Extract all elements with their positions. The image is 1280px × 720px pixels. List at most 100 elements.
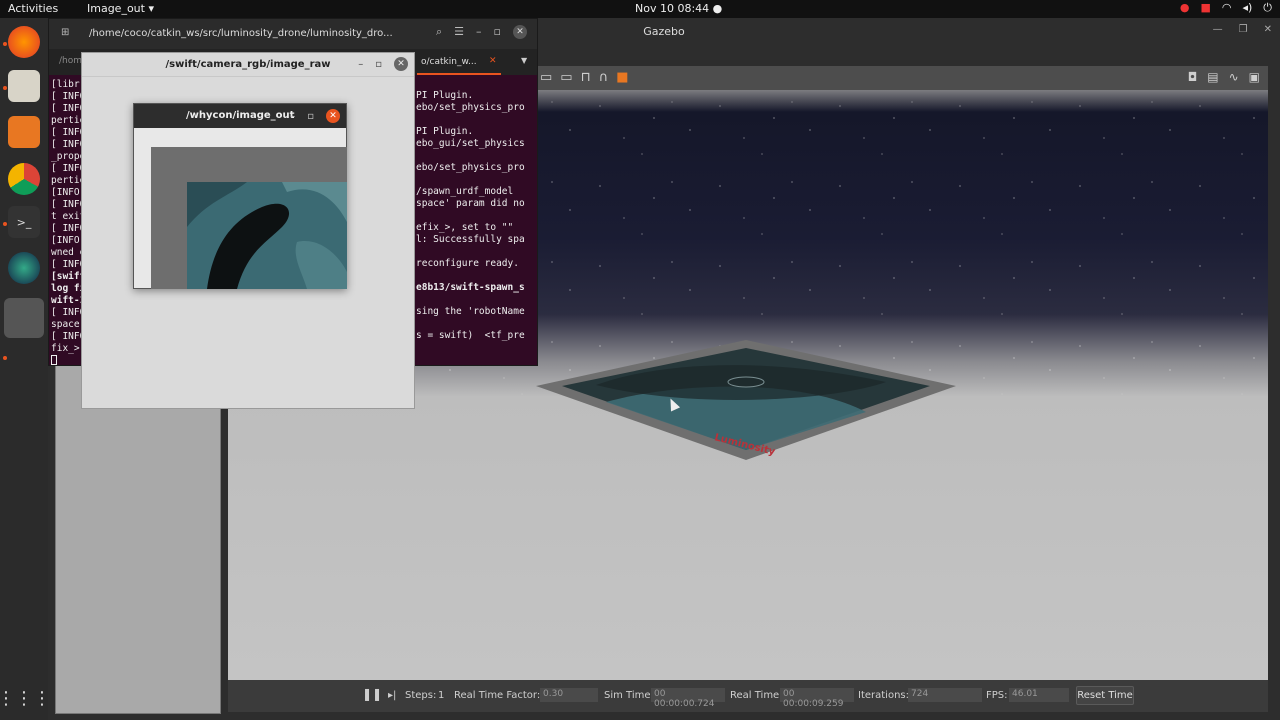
record-icon: ● [1179, 1, 1190, 14]
sim-time-label: Sim Time: [604, 690, 654, 701]
shape-icon[interactable]: ■ [616, 70, 628, 85]
steps-value[interactable]: 1 [438, 690, 444, 701]
gazebo-icon[interactable] [8, 116, 40, 148]
real-time-value: 00 00:00:09.259 [780, 688, 854, 709]
terminal-line: s = swift) <tf_pre [416, 330, 525, 341]
chrome-icon[interactable] [8, 163, 40, 195]
tab-close-icon[interactable]: ✕ [489, 56, 497, 66]
tab-home[interactable]: /hom [59, 56, 82, 66]
terminal-line: [ INFO [51, 103, 83, 114]
top-bar: Activities Image_out ▾ Nov 10 08:44 ● ● … [0, 0, 1280, 18]
files-icon[interactable] [8, 70, 40, 102]
close-icon[interactable]: ✕ [326, 109, 340, 123]
camera-icon: ■ [1200, 1, 1211, 14]
minimize-icon[interactable]: — [1213, 24, 1223, 35]
close-icon[interactable]: ✕ [513, 25, 527, 39]
minimize-icon[interactable]: – [290, 111, 295, 122]
terminal-line: ebo/set_physics_pro [416, 102, 525, 113]
minimize-icon[interactable]: – [476, 25, 482, 39]
maximize-icon[interactable]: ▫ [307, 111, 314, 122]
terminal-output-right: PI Plugin. ebo/set_physics_pro PI Plugin.… [416, 90, 538, 342]
terminal-titlebar: ⊞ /home/coco/catkin_ws/src/luminosity_dr… [49, 19, 537, 49]
wifi-icon: ◠ [1221, 1, 1232, 14]
log-icon[interactable]: ▤ [1207, 70, 1218, 84]
snap-icon[interactable]: ∩ [599, 70, 609, 85]
hamburger-menu-icon[interactable]: ☰ [454, 25, 464, 39]
terminal-line: reconfigure ready. [416, 258, 519, 269]
app-menu[interactable]: Image_out ▾ [87, 2, 154, 15]
new-tab-icon[interactable]: ⊞ [61, 27, 69, 38]
terminal-line: [swift [51, 271, 83, 282]
terminal-line: l: Successfully spa [416, 234, 525, 245]
sim-time-value: 00 00:00:00.724 [651, 688, 725, 709]
fps-label: FPS: [986, 690, 1008, 701]
whycon-image [151, 147, 347, 289]
dock: >_ ⋮⋮⋮ [0, 18, 51, 720]
terminal-line: [ INFO [51, 331, 83, 342]
terminal-line: [INFO] [51, 187, 83, 198]
terminal-line: ebo_gui/set_physics [416, 138, 525, 149]
real-time-label: Real Time: [730, 690, 783, 701]
iterations-label: Iterations: [858, 690, 909, 701]
maximize-icon[interactable]: ▫ [494, 25, 501, 39]
terminal-line: PI Plugin. [416, 90, 474, 101]
rtf-label: Real Time Factor: [454, 690, 541, 701]
clock[interactable]: Nov 10 08:44 ● [635, 2, 722, 15]
paste-icon[interactable]: ▭ [560, 70, 572, 85]
whycon-window: /whycon/image_out – ▫ ✕ [133, 103, 347, 289]
activities-button[interactable]: Activities [8, 2, 58, 15]
screenshot-icon[interactable]: ◘ [1188, 70, 1198, 84]
close-icon[interactable]: ✕ [1264, 24, 1272, 35]
terminal-line: _prope [51, 151, 83, 162]
terminal-icon[interactable]: >_ [8, 206, 40, 238]
terminal-line: pertie [51, 175, 83, 186]
terminal-line: [ INFO [51, 259, 83, 270]
reset-time-button[interactable]: Reset Time [1076, 686, 1134, 705]
terminal-line: [ INFO [51, 307, 83, 318]
copy-icon[interactable]: ▭ [540, 70, 552, 85]
camera-titlebar: /swift/camera_rgb/image_raw – ▫ ✕ [82, 53, 414, 77]
close-icon[interactable]: ✕ [394, 57, 408, 71]
terminal-line: [ INFO [51, 163, 83, 174]
volume-icon: ◂) [1242, 1, 1253, 14]
step-icon[interactable]: ▸| [388, 690, 396, 701]
plot-icon[interactable]: ∿ [1229, 70, 1239, 84]
pause-icon[interactable]: ❚❚ [362, 687, 382, 701]
active-window-icon[interactable] [4, 298, 44, 338]
app-grid-icon[interactable]: ⋮⋮⋮ [0, 682, 51, 714]
terminal-line: [ INFO [51, 91, 83, 102]
gazebo-status-bar: ❚❚ ▸| Steps: 1 Real Time Factor: 0.30 Si… [228, 680, 1268, 712]
terminal-line: [ INFO [51, 139, 83, 150]
terminal-title: /home/coco/catkin_ws/src/luminosity_dron… [89, 28, 393, 39]
terminal-line: /spawn_urdf_model [416, 186, 514, 197]
align-icon[interactable]: ⊓ [581, 70, 591, 85]
video-icon[interactable]: ▣ [1249, 70, 1260, 84]
maximize-icon[interactable]: ❐ [1239, 24, 1248, 35]
terminal-line: [INFO] [51, 235, 83, 246]
arena-plane[interactable]: Luminosity [536, 340, 956, 460]
chevron-down-icon[interactable]: ▼ [521, 56, 527, 65]
system-tray[interactable]: ● ■ ◠ ◂) ⏻ [1180, 1, 1272, 15]
terminal-line: e8b13/swift-spawn_s [416, 282, 525, 293]
terminal-line: [ INFO [51, 127, 83, 138]
terminal-line: space' param did no [416, 198, 525, 209]
rviz-icon[interactable] [8, 252, 40, 284]
whycon-titlebar: /whycon/image_out – ▫ ✕ [134, 104, 346, 128]
gazebo-title: Gazebo [643, 24, 685, 38]
search-icon[interactable]: ⌕ [436, 25, 442, 39]
maximize-icon[interactable]: ▫ [375, 59, 382, 70]
terminal-line: efix_>, set to "" [416, 222, 514, 233]
power-icon: ⏻ [1263, 1, 1272, 14]
whycon-title: /whycon/image_out [186, 110, 295, 121]
terminal-line: space [51, 319, 80, 330]
terminal-output-left: [libr[ INFO[ INFO pertie[ INFO[ INFO _prop… [51, 79, 83, 355]
terminal-cursor [51, 355, 57, 365]
minimize-icon[interactable]: – [358, 59, 363, 70]
firefox-icon[interactable] [8, 26, 40, 58]
terminal-line: log fi [51, 283, 83, 294]
